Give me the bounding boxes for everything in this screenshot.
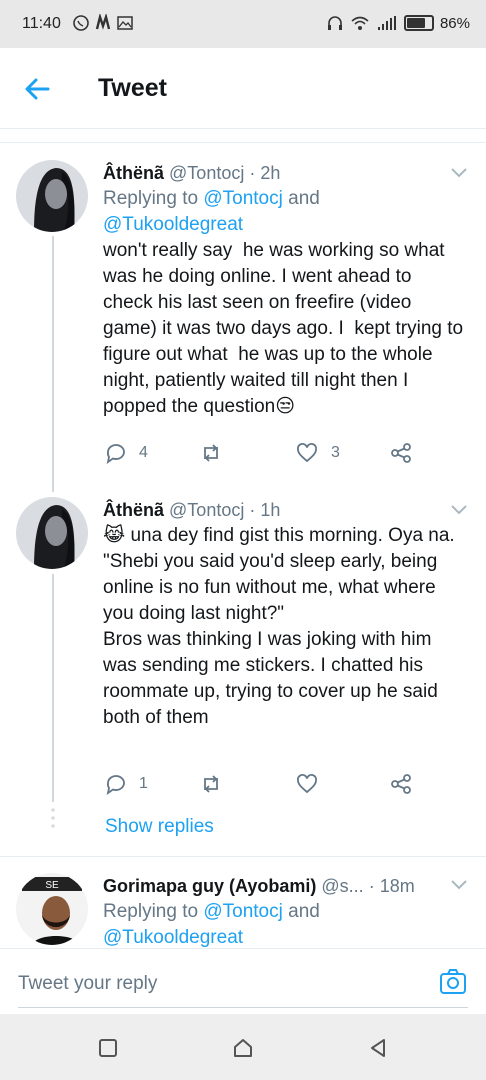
reply-button[interactable]: 1 — [103, 772, 148, 796]
user-handle[interactable]: @Tontocj — [169, 163, 244, 183]
heart-icon — [297, 774, 317, 794]
tweet-time: 18m — [379, 876, 415, 896]
like-count: 3 — [331, 444, 340, 461]
tweet[interactable]: Âthënã @Tontocj · 1h 😹 una dey find gist… — [0, 483, 486, 853]
signal-icon — [377, 16, 396, 30]
like-button[interactable]: 3 — [295, 441, 340, 465]
separator-dot: · — [249, 500, 256, 520]
display-name[interactable]: Gorimapa guy (Ayobami) — [103, 876, 316, 896]
share-button[interactable] — [389, 772, 413, 796]
tweet-time: 1h — [260, 500, 281, 520]
news-icon — [95, 14, 111, 30]
headphones-icon — [327, 16, 342, 30]
system-nav-bar — [0, 1014, 486, 1080]
share-button[interactable] — [389, 441, 413, 465]
status-bar: 11:40 86% — [0, 0, 486, 48]
retweet-button[interactable] — [199, 772, 235, 796]
wifi-icon — [351, 16, 369, 30]
retweet-icon — [204, 444, 218, 462]
share-icon — [391, 443, 411, 463]
avatar[interactable]: SE — [16, 873, 88, 945]
input-underline — [18, 1007, 468, 1008]
tweet-text: won't really say he was working so what … — [103, 240, 469, 417]
tweet[interactable]: SE Gorimapa guy (Ayobami) @s... · 18m Re… — [0, 857, 486, 948]
user-handle[interactable]: @Tontocj — [169, 500, 244, 520]
retweet-button[interactable] — [199, 441, 235, 465]
tweet[interactable]: Âthënã @Tontocj · 2h Replying to @Tontoc… — [0, 143, 486, 483]
back-arrow-icon[interactable] — [22, 74, 52, 104]
reply-icon — [106, 444, 125, 465]
separator-dot: · — [249, 163, 256, 183]
tweet-text: 😹 una dey find gist this morning. Oya na… — [103, 525, 455, 728]
user-handle[interactable]: @s... — [321, 876, 363, 896]
reply-input[interactable]: Tweet your reply — [18, 973, 157, 995]
mention-link[interactable]: @Tontocj — [203, 188, 283, 209]
battery-icon — [403, 15, 434, 31]
camera-icon[interactable] — [438, 967, 468, 997]
retweet-icon — [204, 775, 218, 793]
reply-composer: Tweet your reply — [0, 948, 486, 1015]
replying-to: Replying to @Tontocj and @Tukooldegreat — [103, 188, 320, 235]
whatsapp-icon — [73, 15, 89, 31]
tweet-actions: 1 — [103, 772, 423, 796]
page-title: Tweet — [98, 74, 167, 102]
show-replies-link[interactable]: Show replies — [105, 816, 214, 838]
mention-link[interactable]: @Tontocj — [203, 901, 283, 922]
back-triangle-icon[interactable] — [366, 1036, 390, 1060]
avatar[interactable] — [16, 497, 88, 569]
reply-count: 1 — [139, 775, 148, 792]
mention-link[interactable]: @Tukooldegreat — [103, 214, 243, 235]
avatar[interactable] — [16, 160, 88, 232]
mention-link[interactable]: @Tukooldegreat — [103, 927, 243, 948]
like-button[interactable] — [295, 772, 331, 796]
reply-button[interactable]: 4 — [103, 441, 148, 465]
reply-count: 4 — [139, 444, 148, 461]
recents-icon[interactable] — [96, 1036, 120, 1060]
status-time: 11:40 — [22, 15, 61, 32]
reply-icon — [106, 775, 125, 796]
battery-level: 86% — [439, 14, 470, 32]
gallery-icon — [117, 16, 133, 30]
display-name[interactable]: Âthënã — [103, 500, 164, 520]
separator-dot: · — [368, 876, 375, 896]
display-name[interactable]: Âthënã — [103, 163, 164, 183]
replying-to: Replying to @Tontocj and @Tukooldegreat — [103, 901, 320, 948]
share-icon — [391, 774, 411, 794]
heart-icon — [297, 443, 317, 463]
svg-text:SE: SE — [45, 880, 59, 891]
tweet-time: 2h — [260, 163, 281, 183]
app-header: Tweet — [0, 48, 486, 129]
tweet-actions: 4 3 — [103, 441, 423, 465]
home-icon[interactable] — [231, 1036, 255, 1060]
